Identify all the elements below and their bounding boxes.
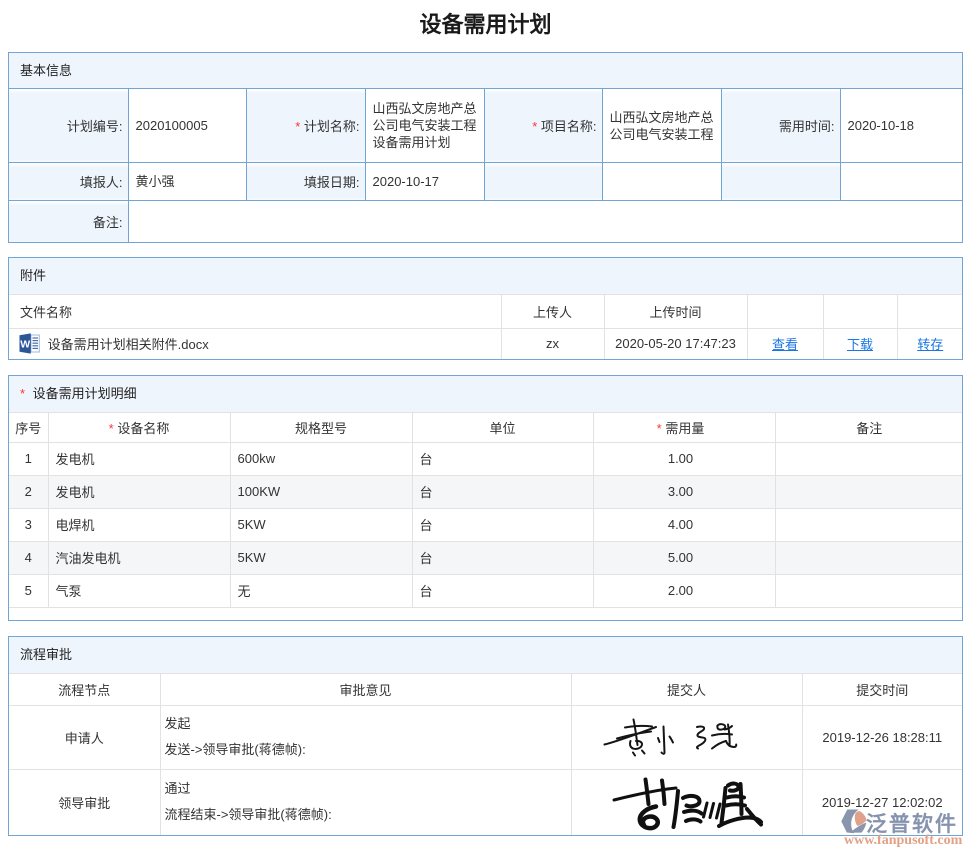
svg-text:W: W (20, 339, 30, 351)
